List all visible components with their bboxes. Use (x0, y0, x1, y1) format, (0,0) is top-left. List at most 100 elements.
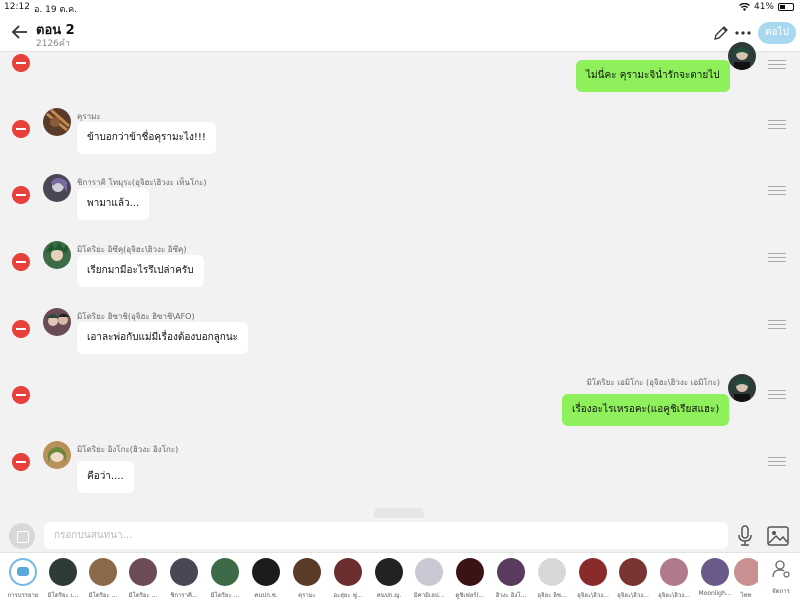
avatar (43, 174, 71, 202)
delete-message-button[interactable] (12, 120, 30, 138)
character-item[interactable]: อุจิฮะ\ฮิวง... (655, 558, 693, 600)
message-bubble[interactable]: เอาละพ่อกับแม่มีเรื่องต้องบอกลูกนะ (77, 322, 249, 354)
avatar (170, 558, 198, 586)
avatar (701, 558, 729, 586)
character-label: มิโดริยะ ... (210, 592, 240, 599)
character-label: คนปก.ช. (254, 592, 278, 599)
character-label: มิโดริยะ ... (128, 592, 158, 599)
drag-handle-icon[interactable] (768, 253, 786, 263)
character-item[interactable]: ฮิวงะ อิงโ... (492, 558, 530, 600)
message-bubble[interactable]: พามาแล้ว... (77, 188, 150, 220)
message-bubble[interactable]: เรื่องอะไรเหรอคะ(แอคูชิเรียสแฮะ) (562, 394, 730, 426)
avatar (660, 558, 688, 586)
input-bar (0, 520, 800, 552)
scroll-tab[interactable] (374, 508, 424, 518)
avatar (728, 374, 756, 402)
drag-handle-icon[interactable] (768, 457, 786, 467)
microphone-icon[interactable] (736, 525, 754, 547)
delete-message-button[interactable] (12, 453, 30, 471)
avatar (43, 308, 71, 336)
header: ตอน 2 2126คำ ต่อไป (0, 14, 800, 52)
message-bubble[interactable]: เรียกมามีอะไรรึเปล่าครับ (77, 255, 204, 287)
avatar (252, 558, 280, 586)
character-item[interactable]: ชิการาคิ... (165, 558, 203, 600)
character-item[interactable]: Moonligh... (696, 558, 734, 597)
image-icon[interactable] (767, 526, 789, 546)
character-item[interactable]: มิโดริยะ ... (84, 558, 122, 600)
character-narration[interactable]: การบรรยาย (4, 558, 42, 600)
character-item[interactable]: อุจิฮะ\ฮิวง... (614, 558, 652, 600)
delete-message-button[interactable] (12, 386, 30, 404)
drag-handle-icon[interactable] (768, 390, 786, 400)
wifi-icon (738, 3, 750, 11)
message-bubble[interactable]: คือว่า.... (77, 461, 134, 493)
delete-message-button[interactable] (12, 186, 30, 204)
drag-handle-icon[interactable] (768, 120, 786, 130)
narration-icon (9, 558, 37, 586)
character-label: มิโดริยะ ... (88, 592, 118, 599)
avatar (734, 558, 758, 586)
drag-handle-icon[interactable] (768, 60, 786, 70)
manage-characters-button[interactable]: จัดการ (768, 559, 794, 596)
character-label: คุรามะ (298, 592, 316, 599)
avatar (619, 558, 647, 586)
avatar (129, 558, 157, 586)
next-button[interactable]: ต่อไป (758, 22, 796, 44)
character-item[interactable]: มิโดริยะ ... (124, 558, 162, 600)
avatar (334, 558, 362, 586)
character-label: ชิการาคิ... (170, 592, 198, 599)
character-item[interactable]: อะสุยะ ฟู... (329, 558, 367, 600)
avatar (456, 558, 484, 586)
character-item[interactable]: ไทท (734, 558, 758, 600)
character-item[interactable]: มิคามิเลป... (410, 558, 448, 600)
character-label: อุจิฮะ อิซ... (537, 592, 567, 599)
character-label: Moonligh... (698, 590, 732, 597)
character-label: อุจิฮะ\ฮิวง... (577, 592, 609, 599)
back-arrow-icon[interactable] (10, 22, 30, 42)
avatar (497, 558, 525, 586)
message-bubble[interactable]: ไม่นี่คะ คุรามะจินํ่ารักจะตายไป (576, 60, 730, 92)
character-item[interactable]: คนปก.ช. (247, 558, 285, 600)
avatar (211, 558, 239, 586)
battery-icon (778, 3, 794, 11)
character-item[interactable]: คุรามะ (288, 558, 326, 600)
character-label: อะสุยะ ฟู... (333, 592, 363, 599)
character-item[interactable]: อุจิฮะ\ฮิวง... (574, 558, 612, 600)
status-time: 12:12 (4, 2, 30, 12)
delete-message-button[interactable] (12, 54, 30, 72)
status-right: 41% (738, 2, 794, 12)
message-input[interactable] (44, 522, 728, 549)
character-name: มิโดริยะ อิงโกะ(ฮิวงะ อิงโกะ) (77, 445, 179, 454)
character-item[interactable]: มิโดริยะ เ... (44, 558, 82, 600)
chat-options-button[interactable] (9, 523, 35, 549)
character-item[interactable]: อุจิฮะ อิซ... (533, 558, 571, 600)
avatar (538, 558, 566, 586)
character-item[interactable]: คนปก.ญ. (370, 558, 408, 600)
avatar (49, 558, 77, 586)
avatar (728, 42, 756, 70)
character-name: มิโดริยะ เอมิโกะ (อุจิฮะ\ฮิวงะ เอมิโกะ) (586, 378, 720, 387)
avatar (43, 241, 71, 269)
pencil-icon[interactable] (712, 24, 730, 42)
person-settings-icon (772, 560, 790, 578)
more-icon[interactable] (734, 24, 752, 42)
drag-handle-icon[interactable] (768, 320, 786, 330)
word-count: 2126คำ (36, 39, 70, 49)
delete-message-button[interactable] (12, 253, 30, 271)
character-strip: การบรรยาย มิโดริยะ เ... มิโดริยะ ... มิโ… (0, 552, 800, 600)
battery-percent: 41% (753, 2, 774, 12)
character-label: มิโดริยะ เ... (47, 592, 79, 599)
manage-label: จัดการ (772, 588, 790, 595)
delete-message-button[interactable] (12, 320, 30, 338)
chat-area: ไม่นี่คะ คุรามะจินํ่ารักจะตายไป คุรามะ ข… (0, 42, 800, 520)
character-label: ดูชิเฟอร์(... (455, 592, 485, 599)
character-item[interactable]: ดูชิเฟอร์(... (451, 558, 489, 600)
avatar (43, 441, 71, 469)
message-bubble[interactable]: ข้าบอกว่าข้าชื่อคุรามะไง!!! (77, 122, 216, 154)
character-label: อุจิฮะ\ฮิวง... (617, 592, 649, 599)
drag-handle-icon[interactable] (768, 186, 786, 196)
avatar (415, 558, 443, 586)
character-label: มิคามิเลป... (413, 592, 445, 599)
avatar (579, 558, 607, 586)
character-item[interactable]: มิโดริยะ ... (206, 558, 244, 600)
